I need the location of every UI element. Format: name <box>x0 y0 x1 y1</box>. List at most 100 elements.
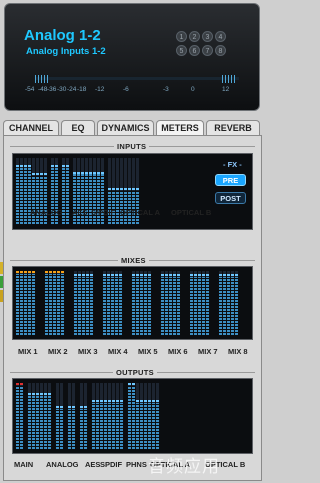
peak-indicator <box>28 393 31 395</box>
peak-indicator <box>156 400 159 402</box>
level-meter-fill <box>173 277 176 335</box>
level-meter <box>82 271 85 335</box>
level-meter <box>116 383 119 449</box>
side-indicator-green <box>0 276 3 288</box>
channel-select-button-7[interactable]: 7 <box>202 45 213 56</box>
level-meter-fill <box>144 277 147 335</box>
level-meter <box>140 383 143 449</box>
fx-pre-button[interactable]: PRE <box>215 174 246 186</box>
mix-label: MIX 3 <box>78 347 98 356</box>
peak-indicator <box>116 400 119 402</box>
peak-indicator <box>128 188 131 190</box>
mixes-heading: MIXES <box>118 256 149 265</box>
level-meter-fill <box>194 277 197 335</box>
level-meter-fill <box>57 274 60 335</box>
channel-select-button-2[interactable]: 2 <box>189 31 200 42</box>
peak-indicator <box>202 274 205 276</box>
level-meter-fill <box>136 403 139 449</box>
channel-select-button-8[interactable]: 8 <box>215 45 226 56</box>
peak-indicator <box>140 274 143 276</box>
peak-indicator <box>112 400 115 402</box>
level-meter <box>112 383 115 449</box>
peak-indicator <box>40 173 43 175</box>
peak-indicator <box>227 274 230 276</box>
peak-indicator <box>85 172 88 174</box>
level-meter-fill <box>84 409 87 449</box>
level-meter-fill <box>44 396 47 449</box>
peak-indicator <box>20 165 23 167</box>
level-meter <box>44 383 47 449</box>
channel-select-button-1[interactable]: 1 <box>176 31 187 42</box>
peak-indicator <box>28 165 31 167</box>
tab-meters[interactable]: METERS <box>156 120 204 136</box>
peak-indicator <box>161 274 164 276</box>
tab-reverb[interactable]: REVERB <box>206 120 260 135</box>
peak-indicator <box>120 188 123 190</box>
level-meter <box>177 271 180 335</box>
channel-select-button-5[interactable]: 5 <box>176 45 187 56</box>
level-meter-fill <box>235 277 238 335</box>
peak-indicator <box>206 274 209 276</box>
level-meter <box>90 271 93 335</box>
tab-eq[interactable]: EQ <box>61 120 95 135</box>
level-meter <box>173 271 176 335</box>
peak-indicator <box>108 400 111 402</box>
peak-indicator <box>120 400 123 402</box>
level-meter-fill <box>128 386 131 449</box>
peak-indicator <box>124 188 127 190</box>
level-meter <box>227 271 230 335</box>
level-meter-fill <box>116 403 119 449</box>
level-meter <box>198 271 201 335</box>
level-meter-fill <box>56 409 59 449</box>
level-meter-fill <box>140 277 143 335</box>
level-meter-fill <box>78 277 81 335</box>
level-meter-fill <box>111 277 114 335</box>
tab-bar: CHANNEL EQ DYNAMICS METERS REVERB <box>3 120 262 136</box>
level-meter <box>144 383 147 449</box>
mix-label: MIX 4 <box>108 347 128 356</box>
outputs-heading: OUTPUTS <box>113 368 157 377</box>
scale-tick: -36 <box>47 86 57 93</box>
peak-indicator <box>148 400 151 402</box>
peak-indicator <box>40 393 43 395</box>
peak-indicator <box>132 188 135 190</box>
level-meter-fill <box>190 277 193 335</box>
channel-subtitle: Analog Inputs 1-2 <box>26 46 106 57</box>
level-scale: -54 -48 -36 -30 -24 -18 -12 -6 -3 0 12 <box>25 86 247 96</box>
level-meter-fill <box>16 274 19 335</box>
peak-indicator <box>173 274 176 276</box>
tab-channel[interactable]: CHANNEL <box>3 120 59 135</box>
level-meter <box>56 383 59 449</box>
level-meter-fill <box>24 168 27 224</box>
peak-indicator <box>20 271 23 273</box>
level-meter-fill <box>132 277 135 335</box>
channel-select-button-4[interactable]: 4 <box>215 31 226 42</box>
level-meter <box>206 271 209 335</box>
peak-indicator <box>51 165 54 167</box>
channel-select-button-6[interactable]: 6 <box>189 45 200 56</box>
level-meter <box>235 271 238 335</box>
peak-indicator <box>36 173 39 175</box>
fx-post-button[interactable]: POST <box>215 192 246 204</box>
level-meter <box>144 271 147 335</box>
peak-indicator <box>115 274 118 276</box>
level-meter <box>165 271 168 335</box>
peak-indicator <box>111 274 114 276</box>
level-meter-fill <box>49 274 52 335</box>
scale-tick: -30 <box>57 86 67 93</box>
level-meter <box>169 271 172 335</box>
watermark-text: 音频应用 <box>148 457 220 476</box>
level-meter-fill <box>132 386 135 449</box>
level-meter-fill <box>28 396 31 449</box>
scale-tick: -54 <box>25 86 35 93</box>
peak-indicator <box>74 274 77 276</box>
level-meter <box>231 271 234 335</box>
peak-indicator <box>198 274 201 276</box>
level-meter <box>136 383 139 449</box>
peak-indicator <box>68 406 71 408</box>
level-meter <box>28 383 31 449</box>
channel-select-button-3[interactable]: 3 <box>202 31 213 42</box>
side-indicator-amber <box>0 290 3 302</box>
level-meter-fill <box>227 277 230 335</box>
tab-dynamics[interactable]: DYNAMICS <box>97 120 154 135</box>
